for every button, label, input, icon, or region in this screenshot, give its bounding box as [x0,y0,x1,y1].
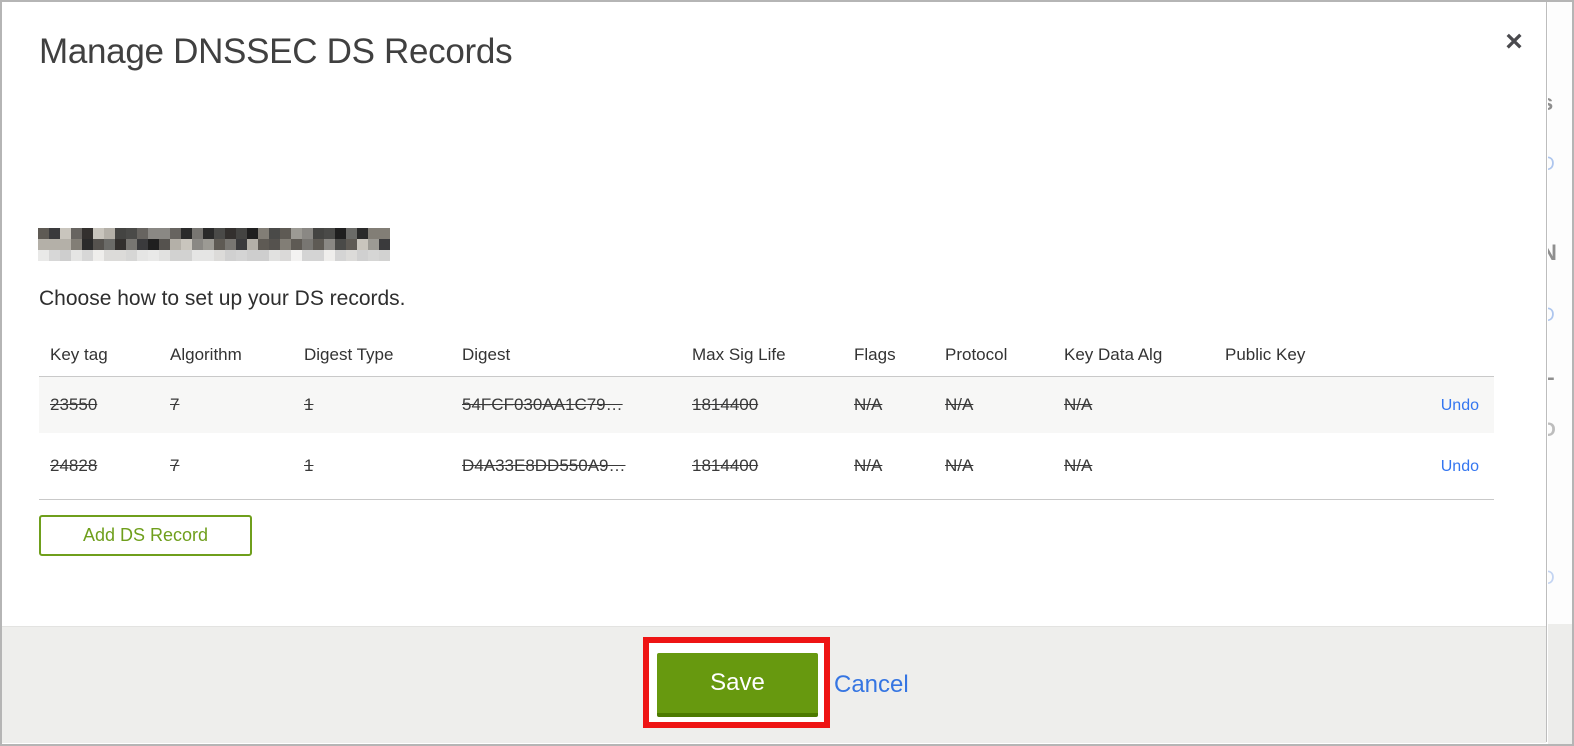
table-row: 24828 7 1 D4A33E8DD550A9… 1814400 N/A N/… [39,432,1494,500]
cell-digest: D4A33E8DD550A9… [462,455,626,475]
col-header-algorithm: Algorithm [170,345,242,364]
background-text-fragment: s [1548,90,1553,116]
col-header-digest-type: Digest Type [304,345,394,364]
cell-digest: 54FCF030AA1C79… [462,394,623,414]
table-header-row: Key tag Algorithm Digest Type Digest Max… [39,334,1494,377]
background-footer-sliver [1548,624,1572,744]
col-header-key-data-alg: Key Data Alg [1064,345,1163,364]
cell-protocol: N/A [945,455,974,475]
col-header-actions [1374,334,1494,377]
cell-flags: N/A [854,394,883,414]
col-header-key-tag: Key tag [50,345,108,364]
undo-link[interactable]: Undo [1441,397,1479,414]
manage-dnssec-modal: Manage DNSSEC DS Records × Choose how to… [2,2,1547,743]
cell-key-tag: 24828 [50,455,98,475]
close-icon[interactable]: × [1494,22,1534,62]
undo-link[interactable]: Undo [1441,458,1479,475]
col-header-protocol: Protocol [945,345,1008,364]
col-header-public-key: Public Key [1225,345,1306,364]
cell-public-key [1214,377,1374,433]
cell-flags: N/A [854,455,883,475]
cell-public-key [1214,433,1374,500]
background-page-sliver: s D N D L O D [1548,2,1572,744]
save-button[interactable]: Save [657,653,818,717]
background-text-fragment: O [1548,420,1556,441]
cell-key-data-alg: N/A [1064,394,1093,414]
col-header-digest: Digest [462,345,511,364]
background-text-fragment: D [1548,305,1555,327]
cell-key-data-alg: N/A [1064,455,1093,475]
cell-max-sig-life: 1814400 [692,394,759,414]
page-title: Manage DNSSEC DS Records [39,32,513,71]
cell-key-tag: 23550 [50,394,98,414]
add-ds-record-button[interactable]: Add DS Record [39,515,252,556]
cell-algorithm: 7 [170,394,180,414]
cell-algorithm: 7 [170,455,180,475]
cell-protocol: N/A [945,394,974,414]
domain-name-redacted [38,228,390,261]
table-row: 23550 7 1 54FCF030AA1C79… 1814400 N/A N/… [39,376,1494,433]
cell-digest-type: 1 [304,455,314,475]
ds-records-table: Key tag Algorithm Digest Type Digest Max… [39,334,1494,500]
instruction-text: Choose how to set up your DS records. [39,287,406,310]
col-header-max-sig-life: Max Sig Life [692,345,786,364]
background-text-fragment: L [1548,360,1554,386]
background-text-fragment: D [1548,154,1555,176]
background-text-fragment: D [1548,568,1555,590]
cell-max-sig-life: 1814400 [692,455,759,475]
cell-digest-type: 1 [304,394,314,414]
cancel-link[interactable]: Cancel [834,671,909,699]
background-text-fragment: N [1548,240,1557,265]
col-header-flags: Flags [854,345,896,364]
